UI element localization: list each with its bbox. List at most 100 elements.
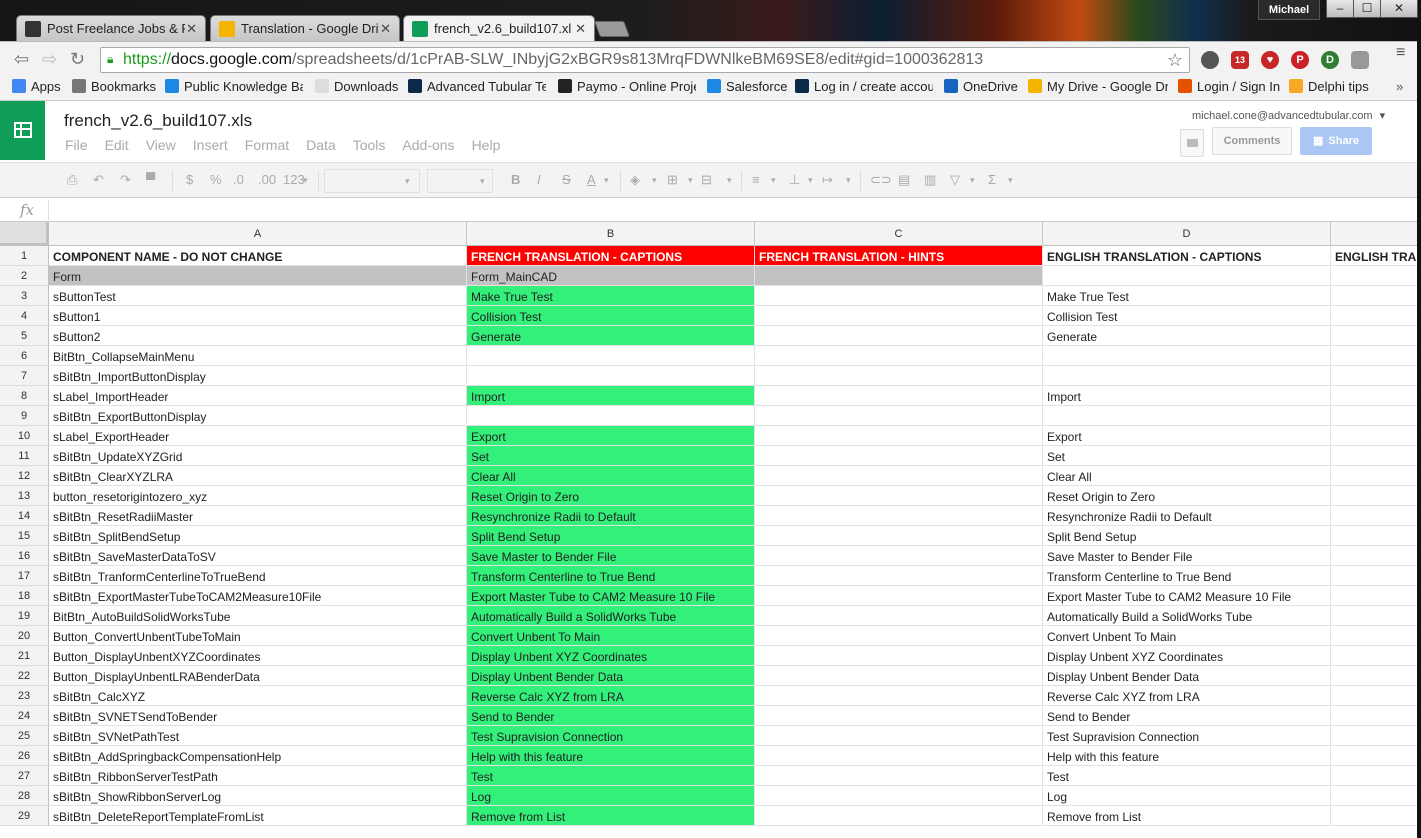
cell-b[interactable]: Send to Bender [467, 706, 755, 726]
cell-c[interactable] [755, 386, 1043, 406]
cell-b[interactable]: Remove from List [467, 806, 755, 826]
cell-d[interactable]: ENGLISH TRANSLATION - CAPTIONS [1043, 246, 1331, 266]
cell-d[interactable]: Automatically Build a SolidWorks Tube [1043, 606, 1331, 626]
cell-e[interactable] [1331, 586, 1421, 606]
cell-e[interactable] [1331, 686, 1421, 706]
row-header[interactable]: 26 [0, 746, 49, 766]
cell-a[interactable]: sBitBtn_ClearXYZLRA [49, 466, 467, 486]
paint-format-icon[interactable]: ▀ [146, 172, 155, 187]
cell-b[interactable] [467, 406, 755, 426]
cell-c[interactable] [755, 806, 1043, 826]
row-header[interactable]: 14 [0, 506, 49, 526]
row-header[interactable]: 24 [0, 706, 49, 726]
heart-icon[interactable]: ♥ [1261, 51, 1279, 69]
extension-icon[interactable] [1201, 51, 1219, 69]
bold-button[interactable]: B [511, 172, 520, 187]
row-header[interactable]: 27 [0, 766, 49, 786]
cell-a[interactable]: sBitBtn_ImportButtonDisplay [49, 366, 467, 386]
row-header[interactable]: 25 [0, 726, 49, 746]
row-header[interactable]: 20 [0, 626, 49, 646]
bookmark-item[interactable]: Bookmarks [72, 79, 162, 94]
cell-d[interactable]: Generate [1043, 326, 1331, 346]
row-header[interactable]: 17 [0, 566, 49, 586]
pinterest-icon[interactable]: P [1291, 51, 1309, 69]
cell-e[interactable] [1331, 546, 1421, 566]
bookmark-item[interactable]: Downloads [315, 79, 405, 94]
more-formats-button[interactable]: 123 [283, 172, 305, 187]
cell-c[interactable] [755, 566, 1043, 586]
cell-a[interactable]: sBitBtn_ShowRibbonServerLog [49, 786, 467, 806]
cell-a[interactable]: sButton2 [49, 326, 467, 346]
row-header[interactable]: 3 [0, 286, 49, 306]
cell-b[interactable]: Save Master to Bender File [467, 546, 755, 566]
italic-button[interactable]: I [537, 172, 541, 187]
cell-a[interactable]: BitBtn_CollapseMainMenu [49, 346, 467, 366]
cell-b[interactable]: Reset Origin to Zero [467, 486, 755, 506]
cell-c[interactable] [755, 666, 1043, 686]
back-icon[interactable]: ⇦ [14, 49, 29, 70]
cell-c[interactable] [755, 766, 1043, 786]
cell-a[interactable]: COMPONENT NAME - DO NOT CHANGE [49, 246, 467, 266]
cell-d[interactable]: Resynchronize Radii to Default [1043, 506, 1331, 526]
profile-name[interactable]: Michael [1258, 0, 1320, 20]
font-family-dropdown[interactable]: ▾ [324, 169, 420, 193]
menu-help[interactable]: Help [472, 137, 501, 153]
cell-d[interactable]: Send to Bender [1043, 706, 1331, 726]
close-tab-icon[interactable]: ✕ [186, 21, 197, 37]
undo-icon[interactable]: ↶ [93, 172, 104, 188]
font-size-dropdown[interactable]: ▾ [427, 169, 493, 193]
row-header[interactable]: 12 [0, 466, 49, 486]
text-wrap-icon[interactable]: ↦ [822, 172, 833, 188]
row-header[interactable]: 1 [0, 246, 49, 266]
cell-c[interactable]: FRENCH TRANSLATION - HINTS [755, 246, 1043, 266]
comment-icon[interactable] [1180, 129, 1204, 157]
cell-c[interactable] [755, 286, 1043, 306]
row-header[interactable]: 19 [0, 606, 49, 626]
cell-a[interactable]: Button_ConvertUnbentTubeToMain [49, 626, 467, 646]
cell-c[interactable] [755, 346, 1043, 366]
cell-e[interactable] [1331, 746, 1421, 766]
cell-b[interactable]: Resynchronize Radii to Default [467, 506, 755, 526]
cell-e[interactable] [1331, 526, 1421, 546]
comments-button[interactable]: Comments [1212, 127, 1292, 155]
redo-icon[interactable]: ↷ [120, 172, 131, 188]
row-header[interactable]: 6 [0, 346, 49, 366]
cell-a[interactable]: Form [49, 266, 467, 286]
cell-d[interactable]: Clear All [1043, 466, 1331, 486]
sheets-logo-icon[interactable] [0, 101, 45, 160]
currency-format-button[interactable]: $ [186, 172, 193, 187]
select-all-corner[interactable] [0, 222, 49, 246]
cell-b[interactable]: Make True Test [467, 286, 755, 306]
menu-format[interactable]: Format [245, 137, 289, 153]
cell-e[interactable] [1331, 626, 1421, 646]
fill-color-icon[interactable]: ◈ [630, 172, 640, 188]
cell-c[interactable] [755, 786, 1043, 806]
cell-a[interactable]: sBitBtn_CalcXYZ [49, 686, 467, 706]
cell-e[interactable] [1331, 786, 1421, 806]
merge-cells-icon[interactable]: ⊟ [701, 172, 712, 188]
cell-b[interactable]: Export Master Tube to CAM2 Measure 10 Fi… [467, 586, 755, 606]
cell-c[interactable] [755, 486, 1043, 506]
cell-a[interactable]: sBitBtn_AddSpringbackCompensationHelp [49, 746, 467, 766]
functions-button[interactable]: Σ [988, 172, 996, 187]
cell-e[interactable] [1331, 446, 1421, 466]
cell-a[interactable]: sButtonTest [49, 286, 467, 306]
more-bookmarks-icon[interactable]: » [1396, 79, 1403, 94]
row-header[interactable]: 2 [0, 266, 49, 286]
cell-c[interactable] [755, 606, 1043, 626]
cell-e[interactable] [1331, 406, 1421, 426]
comment-add-icon[interactable]: ▤ [898, 172, 910, 188]
cell-a[interactable]: sBitBtn_UpdateXYZGrid [49, 446, 467, 466]
menu-addons[interactable]: Add-ons [402, 137, 454, 153]
cell-d[interactable]: Set [1043, 446, 1331, 466]
row-header[interactable]: 10 [0, 426, 49, 446]
cell-b[interactable]: FRENCH TRANSLATION - CAPTIONS [467, 246, 755, 266]
close-tab-icon[interactable]: ✕ [380, 21, 391, 37]
cell-d[interactable] [1043, 406, 1331, 426]
cell-a[interactable]: sLabel_ExportHeader [49, 426, 467, 446]
tab-1[interactable]: Translation - Google Drive ✕ [210, 15, 400, 41]
bookmark-item[interactable]: Paymo - Online Projec [558, 79, 696, 94]
cell-c[interactable] [755, 646, 1043, 666]
cell-b[interactable]: Help with this feature [467, 746, 755, 766]
cell-d[interactable]: Convert Unbent To Main [1043, 626, 1331, 646]
